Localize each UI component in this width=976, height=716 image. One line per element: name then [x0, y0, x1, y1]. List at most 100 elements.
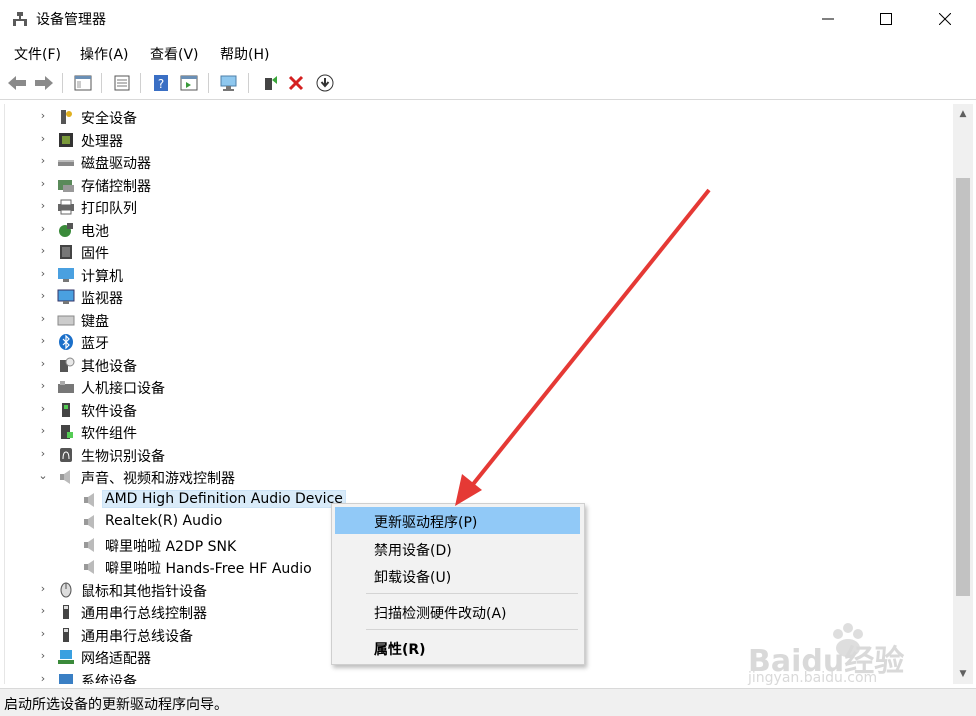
uninstall-device-label: 卸载设备(U) [374, 570, 452, 586]
enable-device-toolbar-button[interactable] [314, 72, 336, 94]
maximize-icon [880, 13, 892, 25]
scan-hardware-button[interactable] [218, 72, 240, 94]
tree-item-label: 安全设备 [81, 111, 137, 127]
status-bar: 启动所选设备的更新驱动程序向导。 [0, 688, 976, 716]
chevron-right-icon[interactable]: › [37, 650, 49, 662]
context-menu-properties[interactable]: 属性(R) [335, 634, 580, 661]
close-icon [939, 13, 951, 25]
update-driver-toolbar-button[interactable] [258, 72, 280, 94]
chevron-right-icon[interactable]: › [37, 582, 49, 595]
tree-item-label: 处理器 [81, 133, 123, 150]
help-icon: ? [154, 75, 168, 91]
chevron-right-icon[interactable]: › [37, 605, 49, 617]
tree-item-label: 计算机 [81, 268, 123, 285]
show-hide-tree-button[interactable] [72, 72, 94, 94]
chevron-right-icon[interactable]: › [37, 425, 49, 437]
properties-toolbar-button[interactable] [111, 72, 133, 94]
tree-category[interactable]: › 处理器 [5, 129, 953, 151]
context-menu-update-driver[interactable]: 更新驱动程序(P) [335, 507, 580, 534]
chevron-right-icon[interactable]: › [37, 200, 49, 212]
menu-file[interactable]: 文件(F) [14, 44, 61, 64]
tree-category[interactable]: › 人机接口设备 [5, 376, 953, 398]
tree-category[interactable]: › 监视器 [5, 286, 953, 308]
chevron-right-icon[interactable]: › [37, 380, 49, 392]
menu-help[interactable]: 帮助(H) [220, 44, 269, 64]
tree-category[interactable]: › 存储控制器 [5, 174, 953, 196]
update-driver-icon [265, 76, 277, 90]
chevron-right-icon[interactable]: › [37, 447, 49, 460]
tree-item-label: 网络适配器 [81, 651, 151, 667]
tree-category[interactable]: › 打印队列 [5, 196, 953, 218]
scroll-down-arrow-icon[interactable]: ▼ [953, 664, 973, 684]
chevron-right-icon[interactable]: › [37, 222, 49, 235]
chevron-right-icon[interactable]: › [37, 245, 49, 257]
context-menu-uninstall-device[interactable]: 卸载设备(U) [335, 562, 580, 589]
back-button[interactable] [6, 72, 28, 94]
chevron-right-icon[interactable]: › [37, 132, 49, 145]
security-device-icon [61, 110, 72, 124]
chevron-right-icon[interactable]: › [37, 672, 49, 684]
tree-category[interactable]: › 键盘 [5, 309, 953, 331]
tree-item-label: AMD High Definition Audio Device [102, 489, 346, 508]
chevron-right-icon[interactable]: › [37, 312, 49, 325]
title-bar: 设备管理器 [0, 0, 976, 38]
watermark-sub-text: jingyan.baidu.com [748, 670, 878, 686]
tree-category[interactable]: › 其他设备 [5, 354, 953, 376]
software-component-icon [61, 425, 73, 439]
toolbar: ? [0, 67, 976, 100]
tree-category[interactable]: › 蓝牙 [5, 331, 953, 353]
chevron-right-icon[interactable]: › [37, 357, 49, 370]
scroll-up-arrow-icon[interactable]: ▲ [953, 104, 973, 124]
menu-view[interactable]: 查看(V) [150, 44, 199, 64]
tree-item-label: 噼里啪啦 A2DP SNK [105, 538, 237, 555]
disable-device-label: 禁用设备(D) [374, 543, 452, 559]
menu-action[interactable]: 操作(A) [80, 44, 129, 64]
back-arrow-icon [8, 76, 26, 90]
context-menu-separator [366, 629, 578, 630]
tree-category[interactable]: › 软件设备 [5, 399, 953, 421]
tree-category[interactable]: › 计算机 [5, 264, 953, 286]
tree-category[interactable]: › 软件组件 [5, 421, 953, 443]
tree-category[interactable]: › 生物识别设备 [5, 444, 953, 466]
chevron-right-icon[interactable]: › [37, 155, 49, 167]
toolbar-separator [140, 73, 141, 93]
computer-icon [58, 267, 74, 282]
baidu-watermark: Baidu经验 jingyan.baidu.com [748, 608, 928, 688]
speaker-icon [84, 560, 94, 574]
device-manager-icon [13, 12, 27, 26]
bluetooth-icon [59, 334, 73, 350]
window-title: 设备管理器 [36, 12, 106, 28]
chevron-right-icon[interactable]: › [37, 110, 49, 122]
other-devices-icon [60, 357, 75, 372]
context-menu-separator [366, 593, 578, 594]
uninstall-toolbar-button[interactable] [285, 72, 307, 94]
tree-category[interactable]: › 电池 [5, 219, 953, 241]
chevron-right-icon[interactable]: › [37, 335, 49, 347]
chevron-right-icon[interactable]: › [37, 402, 49, 415]
context-menu-scan-hardware[interactable]: 扫描检测硬件改动(A) [335, 598, 580, 625]
tree-item-label: 人机接口设备 [81, 381, 165, 397]
chevron-right-icon[interactable]: › [37, 627, 49, 640]
tree-category[interactable]: › 安全设备 [5, 106, 953, 128]
chevron-right-icon[interactable]: › [37, 177, 49, 190]
properties-label: 属性(R) [374, 642, 426, 658]
vertical-scrollbar[interactable]: ▲ ▼ [953, 104, 973, 684]
speaker-icon [84, 537, 94, 552]
tree-category[interactable]: › 固件 [5, 241, 953, 263]
close-button[interactable] [916, 0, 974, 38]
chevron-down-icon[interactable]: ⌄ [37, 470, 49, 482]
chevron-right-icon[interactable]: › [37, 267, 49, 280]
minimize-button[interactable] [799, 0, 857, 38]
chevron-right-icon[interactable]: › [37, 290, 49, 302]
forward-button[interactable] [33, 72, 55, 94]
tree-category[interactable]: › 磁盘驱动器 [5, 151, 953, 173]
action-pane-button[interactable] [178, 72, 200, 94]
maximize-button[interactable] [857, 0, 915, 38]
tree-category-expanded[interactable]: ⌄ 声音、视频和游戏控制器 [5, 466, 953, 488]
red-x-icon [288, 75, 304, 91]
monitor-scan-icon [220, 75, 237, 91]
tree-item-label: 键盘 [81, 313, 109, 330]
context-menu-disable-device[interactable]: 禁用设备(D) [335, 535, 580, 562]
help-toolbar-button[interactable]: ? [150, 72, 172, 94]
scrollbar-thumb[interactable] [956, 178, 970, 596]
